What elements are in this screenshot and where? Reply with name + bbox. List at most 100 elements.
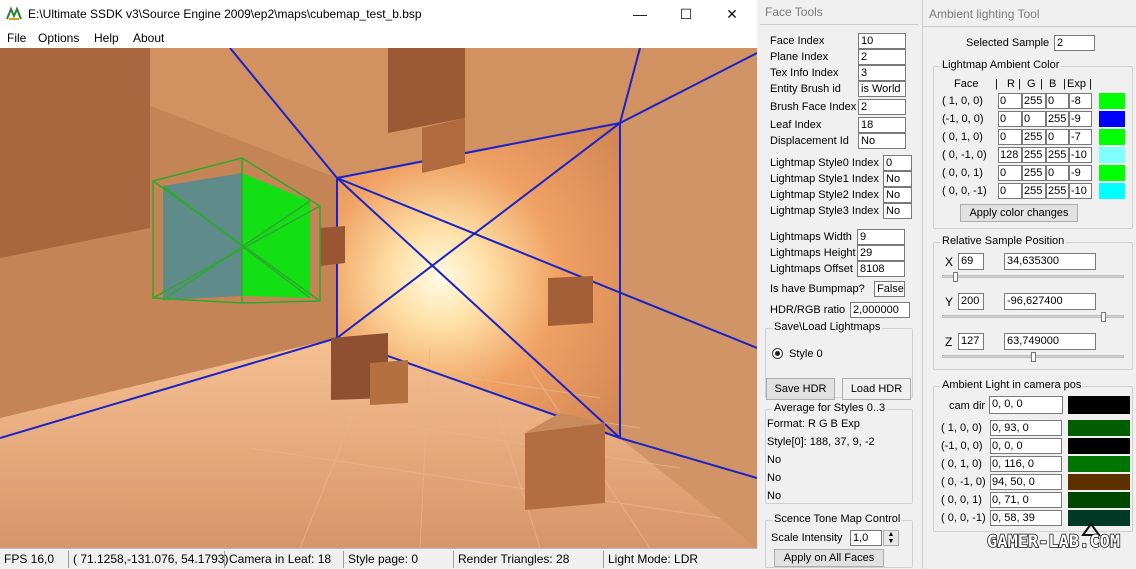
face-index-field[interactable]: 10 [858,33,906,49]
leaf-index-field[interactable]: 18 [858,117,906,133]
col-sep-5: | [1089,78,1092,90]
pos-index-field[interactable]: 69 [958,253,984,270]
face-tools-title: Face Tools [765,5,823,19]
menu-options[interactable]: Options [38,31,79,45]
load-hdr-button[interactable]: Load HDR [842,378,911,400]
minimize-button[interactable]: — [617,0,663,28]
amb-b-field[interactable]: 255 [1046,147,1069,163]
status-camera-pos: ( 71.1258,-131.076, 54.1793) [68,551,228,568]
cam-value-field[interactable]: 0, 0, 0 [990,438,1062,454]
spin-down-icon[interactable]: ▼ [884,538,898,545]
hdr-ratio-field[interactable]: 2,000000 [850,302,910,318]
amb-r-field[interactable]: 128 [998,147,1022,163]
cam-value-field[interactable]: 0, 71, 0 [990,492,1062,508]
amb-color-swatch[interactable] [1099,183,1125,199]
displacement-id-field[interactable]: No [858,133,906,149]
pos-slider-thumb[interactable] [1101,312,1106,322]
amb-exp-field[interactable]: -10 [1069,147,1092,163]
amb-r-field[interactable]: 0 [998,111,1022,127]
amb-color-swatch[interactable] [1099,147,1125,163]
cam-value-field[interactable]: 0, 116, 0 [990,456,1062,472]
3d-viewport[interactable] [0,48,757,548]
amb-face-label: (-1, 0, 0) [942,113,984,125]
amb-b-field[interactable]: 0 [1046,165,1069,181]
plane-index-label: Plane Index [770,51,829,63]
entity-brush-id-field[interactable]: is World [858,81,906,97]
menu-about[interactable]: About [133,31,164,45]
style1-index-field[interactable]: No [883,171,912,187]
amb-g-field[interactable]: 255 [1022,129,1046,145]
amb-exp-field[interactable]: -8 [1069,93,1092,109]
pos-value-field[interactable]: 63,749000 [1004,333,1096,350]
scale-intensity-field[interactable]: 1,0 [850,530,882,546]
lightmaps-offset-field[interactable]: 8108 [857,261,905,277]
amb-g-field[interactable]: 0 [1022,111,1046,127]
style0-index-field[interactable]: 0 [883,155,912,171]
pos-slider-thumb[interactable] [1031,352,1036,362]
style3-index-field[interactable]: No [883,203,912,219]
amb-r-field[interactable]: 0 [998,183,1022,199]
menu-bar: File Options Help About [0,28,757,48]
amb-b-field[interactable]: 0 [1046,129,1069,145]
spin-up-icon[interactable]: ▲ [884,531,898,538]
amb-color-swatch[interactable] [1099,111,1125,127]
amb-g-field[interactable]: 255 [1022,183,1046,199]
style-radio[interactable] [772,348,783,359]
scale-intensity-spinner[interactable]: ▲ ▼ [883,530,899,546]
close-button[interactable]: ✕ [709,0,755,28]
amb-exp-field[interactable]: -9 [1069,165,1092,181]
title-bar[interactable]: E:\Ultimate SSDK v3\Source Engine 2009\e… [0,0,757,28]
cam-dir-field[interactable]: 0, 0, 0 [989,396,1063,414]
apply-color-button[interactable]: Apply color changes [960,204,1078,222]
selected-sample-field[interactable]: 2 [1054,35,1095,51]
brush-face-index-field[interactable]: 2 [858,99,906,115]
amb-g-field[interactable]: 255 [1022,147,1046,163]
pos-value-field[interactable]: 34,635300 [1004,253,1096,270]
amb-r-field[interactable]: 0 [998,93,1022,109]
amb-exp-field[interactable]: -7 [1069,129,1092,145]
amb-g-field[interactable]: 255 [1022,165,1046,181]
amb-exp-field[interactable]: -10 [1069,183,1092,199]
plane-index-field[interactable]: 2 [858,49,906,65]
amb-color-swatch[interactable] [1099,129,1125,145]
amb-r-field[interactable]: 0 [998,129,1022,145]
entity-brush-id-label: Entity Brush id [770,83,841,95]
lightmaps-height-field[interactable]: 29 [857,245,905,261]
amb-exp-field[interactable]: -9 [1069,111,1092,127]
apply-all-faces-button[interactable]: Apply on All Faces [774,549,884,567]
pos-slider-track[interactable] [942,275,1124,278]
pos-slider-thumb[interactable] [953,272,958,282]
col-sep-1: | [995,78,998,90]
cam-value-field[interactable]: 94, 50, 0 [990,474,1062,490]
amb-b-field[interactable]: 0 [1046,93,1069,109]
style2-index-field[interactable]: No [883,187,912,203]
cam-face-label: ( 0, 0, -1) [941,512,986,524]
lightmaps-height-label: Lightmaps Height [770,247,856,259]
pos-index-field[interactable]: 127 [958,333,984,350]
col-face: Face [954,78,979,90]
average-format: Format: R G B Exp [767,418,860,430]
tex-info-index-label: Tex Info Index [770,67,839,79]
cam-value-field[interactable]: 0, 58, 39 [990,510,1062,526]
save-hdr-button[interactable]: Save HDR [766,378,835,400]
amb-r-field[interactable]: 0 [998,165,1022,181]
amb-color-swatch[interactable] [1099,165,1125,181]
menu-help[interactable]: Help [94,31,119,45]
cam-value-field[interactable]: 0, 93, 0 [990,420,1062,436]
amb-g-field[interactable]: 255 [1022,93,1046,109]
style3-index-label: Lightmap Style3 Index [770,205,879,217]
status-fps: FPS 16,0 [4,552,55,566]
amb-color-swatch[interactable] [1099,93,1125,109]
maximize-button[interactable]: ☐ [663,0,709,28]
amb-b-field[interactable]: 255 [1046,183,1069,199]
pos-slider-track[interactable] [942,315,1124,318]
amb-b-field[interactable]: 255 [1046,111,1069,127]
cam-face-label: ( 0, 1, 0) [941,458,982,470]
pos-index-field[interactable]: 200 [958,293,984,310]
lightmaps-width-field[interactable]: 9 [857,229,905,245]
pos-value-field[interactable]: -96,627400 [1004,293,1096,310]
tex-info-index-field[interactable]: 3 [858,65,906,81]
bumpmap-field[interactable]: False [874,281,905,297]
status-camera-leaf: Camera in Leaf: 18 [224,551,331,568]
menu-file[interactable]: File [7,31,26,45]
